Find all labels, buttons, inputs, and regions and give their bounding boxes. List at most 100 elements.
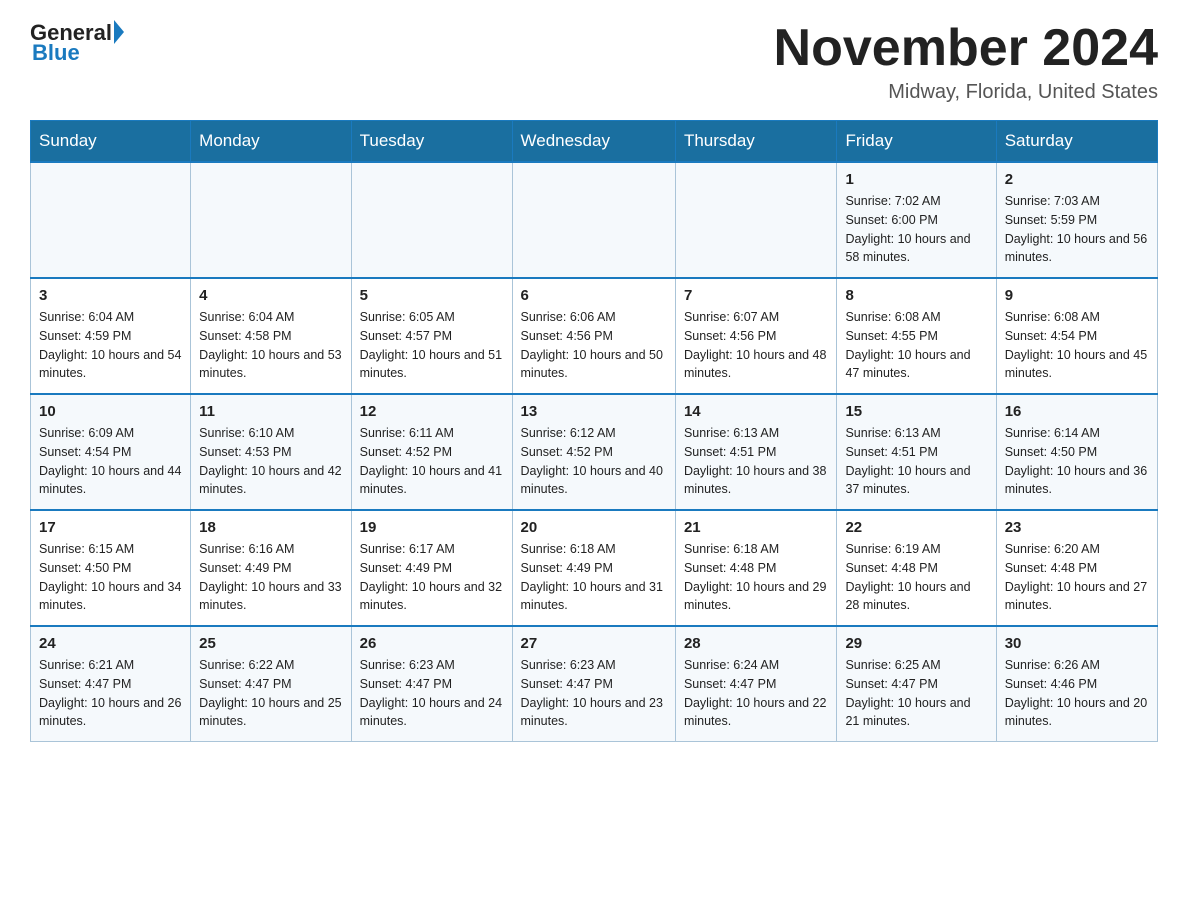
weekday-header-thursday: Thursday [675, 121, 837, 163]
day-number: 2 [1005, 171, 1149, 188]
page-header: General Blue November 2024 Midway, Flori… [30, 20, 1158, 104]
day-info: Sunrise: 6:07 AMSunset: 4:56 PMDaylight:… [684, 308, 829, 383]
day-info: Sunrise: 6:24 AMSunset: 4:47 PMDaylight:… [684, 656, 829, 731]
day-number: 24 [39, 635, 182, 652]
day-info: Sunrise: 6:05 AMSunset: 4:57 PMDaylight:… [360, 308, 504, 383]
calendar-cell: 26 Sunrise: 6:23 AMSunset: 4:47 PMDayligh… [351, 626, 512, 742]
day-info: Sunrise: 6:16 AMSunset: 4:49 PMDaylight:… [199, 540, 342, 615]
day-number: 16 [1005, 403, 1149, 420]
calendar-cell: 1Sunrise: 7:02 AMSunset: 6:00 PMDaylight… [837, 162, 996, 278]
day-info: Sunrise: 6:23 AMSunset: 4:47 PMDaylight:… [521, 656, 667, 731]
day-info: Sunrise: 6:18 AMSunset: 4:49 PMDaylight:… [521, 540, 667, 615]
day-info: Sunrise: 7:03 AMSunset: 5:59 PMDaylight:… [1005, 192, 1149, 267]
month-title: November 2024 [774, 20, 1158, 77]
day-number: 3 [39, 287, 182, 304]
calendar-cell: 8Sunrise: 6:08 AMSunset: 4:55 PMDaylight… [837, 278, 996, 394]
calendar-cell: 13 Sunrise: 6:12 AMSunset: 4:52 PMDayligh… [512, 394, 675, 510]
day-info: Sunrise: 6:04 AMSunset: 4:59 PMDaylight:… [39, 308, 182, 383]
day-info: Sunrise: 6:09 AMSunset: 4:54 PMDaylight:… [39, 424, 182, 499]
calendar-cell: 30 Sunrise: 6:26 AMSunset: 4:46 PMDayligh… [996, 626, 1157, 742]
calendar-week-row: 17 Sunrise: 6:15 AMSunset: 4:50 PMDayligh… [31, 510, 1158, 626]
calendar-cell: 19 Sunrise: 6:17 AMSunset: 4:49 PMDayligh… [351, 510, 512, 626]
day-info: Sunrise: 6:18 AMSunset: 4:48 PMDaylight:… [684, 540, 829, 615]
day-info: Sunrise: 6:08 AMSunset: 4:54 PMDaylight:… [1005, 308, 1149, 383]
calendar-cell [675, 162, 837, 278]
day-info: Sunrise: 6:22 AMSunset: 4:47 PMDaylight:… [199, 656, 342, 731]
logo-arrow-icon [114, 20, 124, 44]
day-number: 19 [360, 519, 504, 536]
calendar-week-row: 24 Sunrise: 6:21 AMSunset: 4:47 PMDayligh… [31, 626, 1158, 742]
day-number: 9 [1005, 287, 1149, 304]
day-number: 13 [521, 403, 667, 420]
calendar-cell: 23 Sunrise: 6:20 AMSunset: 4:48 PMDayligh… [996, 510, 1157, 626]
calendar-cell [31, 162, 191, 278]
day-number: 30 [1005, 635, 1149, 652]
day-info: Sunrise: 6:13 AMSunset: 4:51 PMDaylight:… [684, 424, 829, 499]
calendar-cell: 29Sunrise: 6:25 AMSunset: 4:47 PMDayligh… [837, 626, 996, 742]
calendar-cell: 12Sunrise: 6:11 AMSunset: 4:52 PMDayligh… [351, 394, 512, 510]
logo: General Blue [30, 20, 124, 66]
day-number: 20 [521, 519, 667, 536]
day-number: 22 [845, 519, 987, 536]
weekday-header-saturday: Saturday [996, 121, 1157, 163]
day-number: 5 [360, 287, 504, 304]
calendar-cell: 28 Sunrise: 6:24 AMSunset: 4:47 PMDayligh… [675, 626, 837, 742]
day-number: 11 [199, 403, 342, 420]
day-info: Sunrise: 6:10 AMSunset: 4:53 PMDaylight:… [199, 424, 342, 499]
location: Midway, Florida, United States [774, 81, 1158, 104]
calendar-cell [512, 162, 675, 278]
weekday-header-wednesday: Wednesday [512, 121, 675, 163]
calendar-body: 1Sunrise: 7:02 AMSunset: 6:00 PMDaylight… [31, 162, 1158, 742]
day-number: 15 [845, 403, 987, 420]
day-number: 7 [684, 287, 829, 304]
day-info: Sunrise: 6:12 AMSunset: 4:52 PMDaylight:… [521, 424, 667, 499]
weekday-header-tuesday: Tuesday [351, 121, 512, 163]
day-info: Sunrise: 6:20 AMSunset: 4:48 PMDaylight:… [1005, 540, 1149, 615]
calendar-week-row: 10 Sunrise: 6:09 AMSunset: 4:54 PMDayligh… [31, 394, 1158, 510]
day-number: 26 [360, 635, 504, 652]
day-info: Sunrise: 6:21 AMSunset: 4:47 PMDaylight:… [39, 656, 182, 731]
calendar-cell: 17 Sunrise: 6:15 AMSunset: 4:50 PMDayligh… [31, 510, 191, 626]
day-info: Sunrise: 7:02 AMSunset: 6:00 PMDaylight:… [845, 192, 987, 267]
calendar-cell: 4Sunrise: 6:04 AMSunset: 4:58 PMDaylight… [191, 278, 351, 394]
weekday-header-friday: Friday [837, 121, 996, 163]
calendar-cell [191, 162, 351, 278]
calendar-cell: 20 Sunrise: 6:18 AMSunset: 4:49 PMDayligh… [512, 510, 675, 626]
calendar-cell: 9 Sunrise: 6:08 AMSunset: 4:54 PMDaylight… [996, 278, 1157, 394]
calendar-cell: 24 Sunrise: 6:21 AMSunset: 4:47 PMDayligh… [31, 626, 191, 742]
day-info: Sunrise: 6:04 AMSunset: 4:58 PMDaylight:… [199, 308, 342, 383]
calendar-cell: 10 Sunrise: 6:09 AMSunset: 4:54 PMDayligh… [31, 394, 191, 510]
calendar-cell: 18Sunrise: 6:16 AMSunset: 4:49 PMDayligh… [191, 510, 351, 626]
day-info: Sunrise: 6:17 AMSunset: 4:49 PMDaylight:… [360, 540, 504, 615]
day-info: Sunrise: 6:08 AMSunset: 4:55 PMDaylight:… [845, 308, 987, 383]
day-info: Sunrise: 6:15 AMSunset: 4:50 PMDaylight:… [39, 540, 182, 615]
day-number: 17 [39, 519, 182, 536]
day-info: Sunrise: 6:14 AMSunset: 4:50 PMDaylight:… [1005, 424, 1149, 499]
calendar-cell: 3 Sunrise: 6:04 AMSunset: 4:59 PMDaylight… [31, 278, 191, 394]
day-number: 27 [521, 635, 667, 652]
calendar-cell: 7 Sunrise: 6:07 AMSunset: 4:56 PMDaylight… [675, 278, 837, 394]
calendar-cell: 2 Sunrise: 7:03 AMSunset: 5:59 PMDaylight… [996, 162, 1157, 278]
day-info: Sunrise: 6:26 AMSunset: 4:46 PMDaylight:… [1005, 656, 1149, 731]
calendar-cell [351, 162, 512, 278]
calendar-cell: 11 Sunrise: 6:10 AMSunset: 4:53 PMDayligh… [191, 394, 351, 510]
calendar-cell: 14Sunrise: 6:13 AMSunset: 4:51 PMDayligh… [675, 394, 837, 510]
calendar-cell: 25Sunrise: 6:22 AMSunset: 4:47 PMDayligh… [191, 626, 351, 742]
day-number: 12 [360, 403, 504, 420]
day-info: Sunrise: 6:13 AMSunset: 4:51 PMDaylight:… [845, 424, 987, 499]
title-section: November 2024 Midway, Florida, United St… [774, 20, 1158, 104]
day-info: Sunrise: 6:25 AMSunset: 4:47 PMDaylight:… [845, 656, 987, 731]
weekday-header-row: SundayMondayTuesdayWednesdayThursdayFrid… [31, 121, 1158, 163]
calendar-week-row: 1Sunrise: 7:02 AMSunset: 6:00 PMDaylight… [31, 162, 1158, 278]
calendar-cell: 16 Sunrise: 6:14 AMSunset: 4:50 PMDayligh… [996, 394, 1157, 510]
calendar: SundayMondayTuesdayWednesdayThursdayFrid… [30, 120, 1158, 742]
calendar-cell: 27 Sunrise: 6:23 AMSunset: 4:47 PMDayligh… [512, 626, 675, 742]
day-info: Sunrise: 6:19 AMSunset: 4:48 PMDaylight:… [845, 540, 987, 615]
day-number: 28 [684, 635, 829, 652]
day-info: Sunrise: 6:23 AMSunset: 4:47 PMDaylight:… [360, 656, 504, 731]
calendar-cell: 6Sunrise: 6:06 AMSunset: 4:56 PMDaylight… [512, 278, 675, 394]
calendar-cell: 15 Sunrise: 6:13 AMSunset: 4:51 PMDayligh… [837, 394, 996, 510]
day-number: 23 [1005, 519, 1149, 536]
day-number: 10 [39, 403, 182, 420]
weekday-header-monday: Monday [191, 121, 351, 163]
